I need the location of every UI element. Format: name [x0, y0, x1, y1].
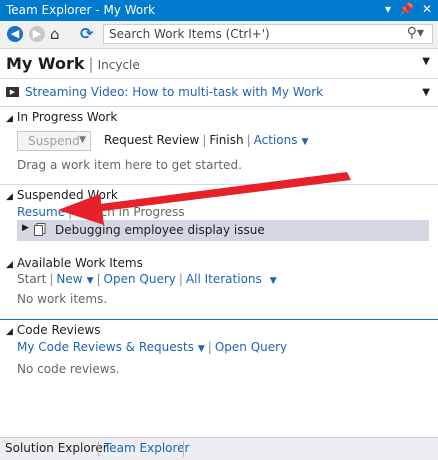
annotation-arrow-icon: [58, 172, 351, 225]
